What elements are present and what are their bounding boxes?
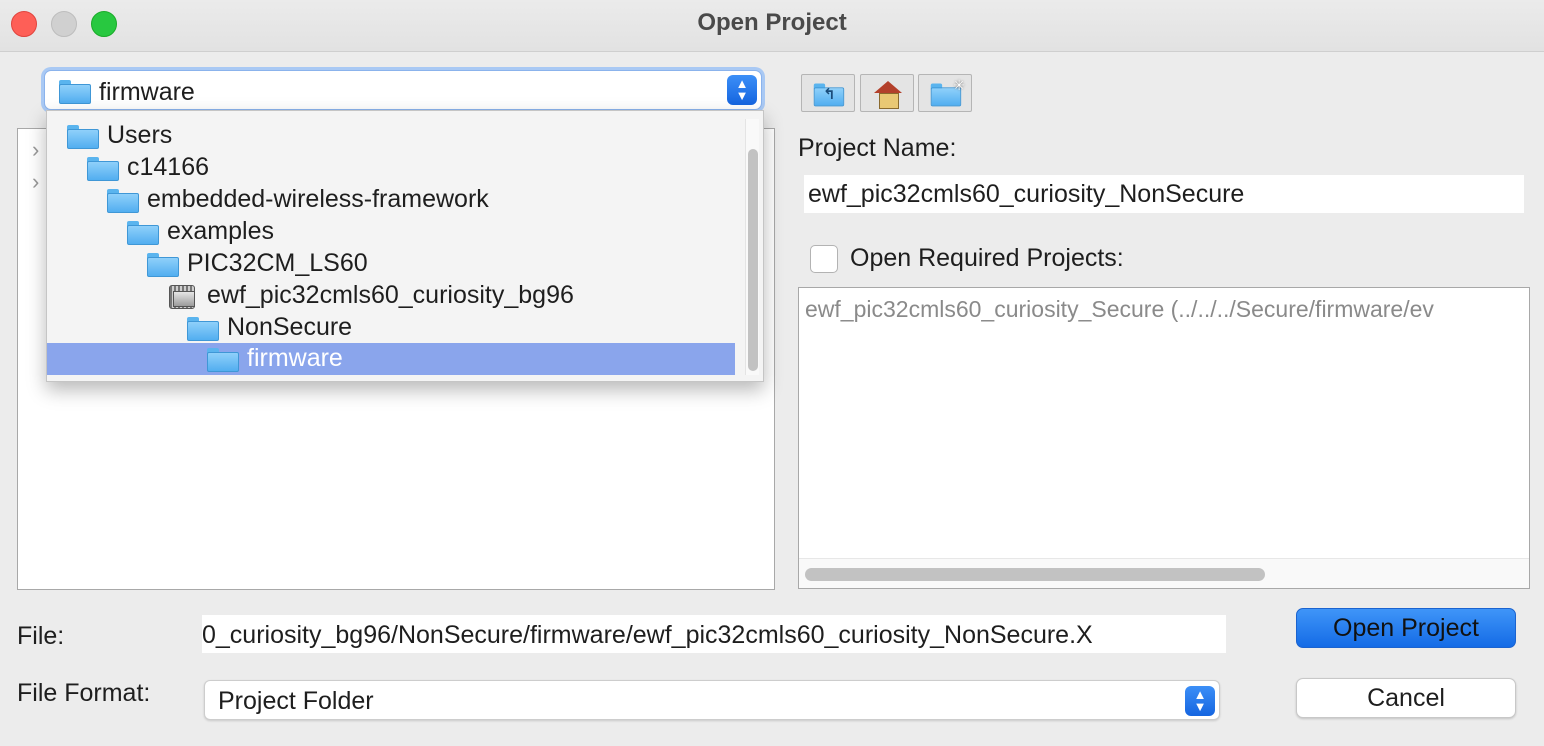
- path-item-examples[interactable]: examples: [47, 216, 735, 248]
- title-bar: Open Project: [0, 0, 1544, 52]
- path-item-embedded-wireless-framework[interactable]: embedded-wireless-framework: [47, 184, 735, 216]
- window-title: Open Project: [697, 9, 847, 36]
- up-one-level-button[interactable]: ↰: [801, 74, 855, 112]
- up-arrow-icon: ↰: [823, 86, 836, 103]
- path-item-nonsecure[interactable]: NonSecure: [47, 312, 735, 344]
- home-button[interactable]: [860, 74, 914, 112]
- chevron-right-icon[interactable]: ›: [32, 137, 39, 163]
- required-projects-list[interactable]: ewf_pic32cmls60_curiosity_Secure (../../…: [798, 287, 1530, 589]
- path-item-firmware[interactable]: firmware: [47, 343, 735, 375]
- folder-icon: [127, 221, 159, 245]
- open-required-projects-checkbox[interactable]: [810, 245, 838, 273]
- folder-icon: [59, 80, 91, 104]
- folder-icon: [207, 348, 239, 372]
- chevron-right-icon[interactable]: ›: [32, 169, 39, 195]
- path-item-users[interactable]: Users: [47, 120, 735, 152]
- home-icon: [874, 81, 902, 109]
- location-combo[interactable]: firmware ▲ ▼: [44, 70, 762, 110]
- path-item-pic32cm-ls60[interactable]: PIC32CM_LS60: [47, 248, 735, 280]
- path-item-c14166[interactable]: c14166: [47, 152, 735, 184]
- folder-icon: [67, 125, 99, 149]
- sparkle-icon: ✳: [953, 77, 965, 93]
- project-name-label: Project Name:: [798, 134, 957, 162]
- cancel-button[interactable]: Cancel: [1296, 678, 1516, 718]
- folder-icon: [87, 157, 119, 181]
- folder-icon: [107, 189, 139, 213]
- open-required-projects-label[interactable]: Open Required Projects:: [850, 244, 1124, 273]
- chevron-up-down-icon[interactable]: ▲ ▼: [727, 75, 757, 105]
- location-dropdown[interactable]: Users c14166 embedded-wireless-framework…: [46, 110, 764, 382]
- project-name-field[interactable]: [804, 175, 1524, 213]
- project-icon: [167, 283, 197, 309]
- folder-icon: [187, 317, 219, 341]
- location-selected: firmware: [99, 78, 195, 106]
- path-item-ewf-pic32cmls60-curiosity-bg96[interactable]: ewf_pic32cmls60_curiosity_bg96: [47, 280, 735, 312]
- file-format-select[interactable]: Project Folder ▲ ▼: [204, 680, 1220, 720]
- horizontal-scrollbar[interactable]: [799, 558, 1529, 588]
- dropdown-scrollbar[interactable]: [745, 119, 759, 375]
- open-project-button[interactable]: Open Project: [1296, 608, 1516, 648]
- folder-icon: [147, 253, 179, 277]
- file-path-field[interactable]: 0_curiosity_bg96/NonSecure/firmware/ewf_…: [202, 615, 1226, 653]
- file-label: File:: [17, 622, 65, 650]
- file-format-value: Project Folder: [218, 687, 374, 715]
- file-format-label: File Format:: [17, 679, 151, 707]
- horizontal-scrollbar-thumb[interactable]: [805, 568, 1265, 581]
- dropdown-scrollbar-thumb[interactable]: [748, 149, 758, 371]
- list-item: ewf_pic32cmls60_curiosity_Secure (../../…: [805, 296, 1434, 322]
- chevron-up-down-icon[interactable]: ▲ ▼: [1185, 686, 1215, 716]
- new-folder-button[interactable]: ✳: [918, 74, 972, 112]
